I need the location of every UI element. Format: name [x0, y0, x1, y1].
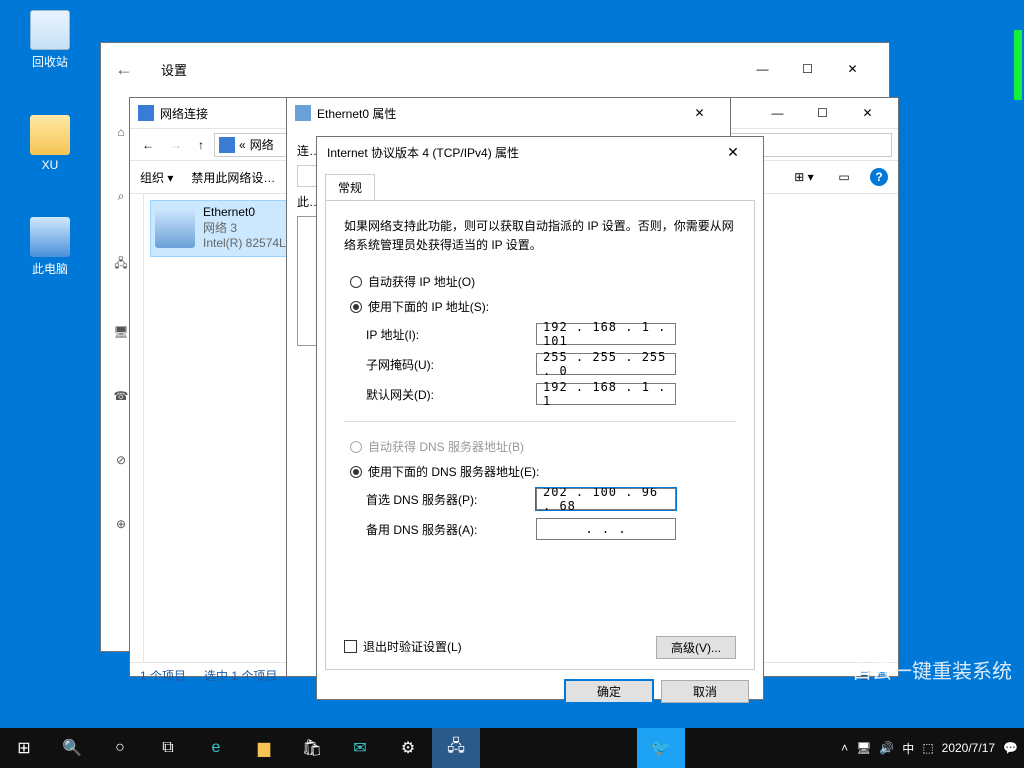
- mail-icon[interactable]: ✉: [336, 728, 384, 768]
- subnet-label: 子网掩码(U):: [366, 356, 536, 373]
- organize-menu[interactable]: 组织 ▾: [140, 169, 173, 186]
- desktop: 回收站 XU 此电脑 ← 设置 — ☐ ✕ ⌂ ⌕ 🖧 🖥 ☎ ⊘ ⊕: [0, 0, 1024, 728]
- back-button[interactable]: ←: [115, 59, 133, 80]
- radio-auto-dns: 自动获得 DNS 服务器地址(B): [350, 438, 736, 455]
- subnet-input[interactable]: 255 . 255 . 255 . 0: [536, 353, 676, 375]
- close-button[interactable]: ✕: [677, 98, 722, 128]
- maximize-button[interactable]: ☐: [785, 54, 830, 84]
- proxy-icon[interactable]: ⊕: [116, 517, 126, 531]
- tab-general[interactable]: 常规: [325, 174, 375, 201]
- dns2-input[interactable]: . . .: [536, 518, 676, 540]
- home-icon[interactable]: ⌂: [117, 125, 124, 139]
- edge-icon[interactable]: e: [192, 728, 240, 768]
- this-pc-icon[interactable]: 此电脑: [20, 217, 80, 277]
- find-icon[interactable]: ⌕: [118, 189, 125, 204]
- ime-indicator[interactable]: 中: [902, 740, 914, 757]
- view-layout-icon[interactable]: ⊞ ▾: [790, 165, 818, 189]
- ip-input[interactable]: 192 . 168 . 1 . 101: [536, 323, 676, 345]
- nav-up[interactable]: ↑: [192, 135, 210, 155]
- control-panel-icon[interactable]: 🖧: [432, 728, 480, 768]
- store-icon[interactable]: 🛍: [288, 728, 336, 768]
- nav-forward[interactable]: →: [164, 135, 188, 155]
- date[interactable]: 2020/7/17: [942, 741, 995, 755]
- dns1-input[interactable]: 202 . 100 . 96 . 68: [536, 488, 676, 510]
- radio-manual-ip[interactable]: 使用下面的 IP 地址(S):: [350, 298, 736, 315]
- advanced-button[interactable]: 高级(V)...: [656, 636, 736, 659]
- ethernet-icon[interactable]: 🖥: [113, 325, 128, 339]
- maximize-button[interactable]: ☐: [800, 98, 845, 128]
- minimize-button[interactable]: —: [740, 54, 785, 84]
- ok-button[interactable]: 确定: [565, 680, 653, 703]
- recycle-bin-icon[interactable]: 回收站: [20, 10, 80, 70]
- general-panel: 如果网络支持此功能，则可以获取自动指派的 IP 设置。否则，你需要从网络系统管理…: [325, 200, 755, 670]
- disable-network-button[interactable]: 禁用此网络设…: [191, 169, 275, 186]
- user-folder-icon[interactable]: XU: [20, 115, 80, 172]
- watermark: 白云一键重装系统: [852, 655, 1012, 684]
- cancel-button[interactable]: 取消: [661, 680, 749, 703]
- page-title: 设置: [161, 60, 187, 79]
- minimize-button[interactable]: —: [755, 98, 800, 128]
- radio-auto-ip[interactable]: 自动获得 IP 地址(O): [350, 273, 736, 290]
- close-button[interactable]: ✕: [845, 98, 890, 128]
- dns2-label: 备用 DNS 服务器(A):: [366, 521, 536, 538]
- settings-icon[interactable]: ⚙: [384, 728, 432, 768]
- radio-manual-dns[interactable]: 使用下面的 DNS 服务器地址(E):: [350, 463, 736, 480]
- cortana-icon[interactable]: ○: [96, 728, 144, 768]
- gateway-label: 默认网关(D):: [366, 386, 536, 403]
- start-button[interactable]: ⊞: [0, 728, 48, 768]
- nic-icon: [295, 105, 311, 121]
- ip-label: IP 地址(I):: [366, 326, 536, 343]
- description-text: 如果网络支持此功能，则可以获取自动指派的 IP 设置。否则，你需要从网络系统管理…: [344, 217, 736, 255]
- task-view-icon[interactable]: ⧉: [144, 728, 192, 768]
- nav-back[interactable]: ←: [136, 135, 160, 155]
- twitter-icon[interactable]: 🐦: [637, 728, 685, 768]
- tray-up-icon[interactable]: ˄: [841, 741, 848, 755]
- dns1-label: 首选 DNS 服务器(P):: [366, 491, 536, 508]
- network-tray-icon[interactable]: 🖥: [856, 741, 871, 755]
- folder-icon: [219, 137, 235, 153]
- search-icon[interactable]: 🔍: [48, 728, 96, 768]
- validate-checkbox[interactable]: 退出时验证设置(L): [344, 638, 462, 655]
- netconn-icon: [138, 105, 154, 121]
- adapter-icon: [155, 208, 195, 248]
- help-icon[interactable]: ?: [870, 168, 888, 186]
- dialup-icon[interactable]: ☎: [114, 389, 129, 403]
- volume-icon[interactable]: 🔊: [879, 741, 894, 755]
- ipv4-properties-dialog: Internet 协议版本 4 (TCP/IPv4) 属性 ✕ 常规 如果网络支…: [316, 136, 764, 700]
- gateway-input[interactable]: 192 . 168 . 1 . 1: [536, 383, 676, 405]
- action-center-icon[interactable]: 💬: [1003, 741, 1018, 755]
- dialog-title: Internet 协议版本 4 (TCP/IPv4) 属性: [327, 144, 519, 161]
- ime-mode[interactable]: ⬚: [922, 741, 933, 755]
- status-icon[interactable]: 🖧: [114, 254, 127, 275]
- side-strip: [130, 194, 144, 662]
- close-icon[interactable]: ✕: [713, 144, 753, 161]
- taskbar[interactable]: ⊞ 🔍 ○ ⧉ e ▆ 🛍 ✉ ⚙ 🖧 🐦 ˄ 🖥 🔊 中 ⬚ 2020/7/1…: [0, 728, 1024, 768]
- battery-indicator: [1014, 30, 1022, 100]
- explorer-icon[interactable]: ▆: [240, 728, 288, 768]
- preview-pane-icon[interactable]: ▭: [830, 165, 858, 189]
- close-button[interactable]: ✕: [830, 54, 875, 84]
- vpn-icon[interactable]: ⊘: [116, 453, 126, 467]
